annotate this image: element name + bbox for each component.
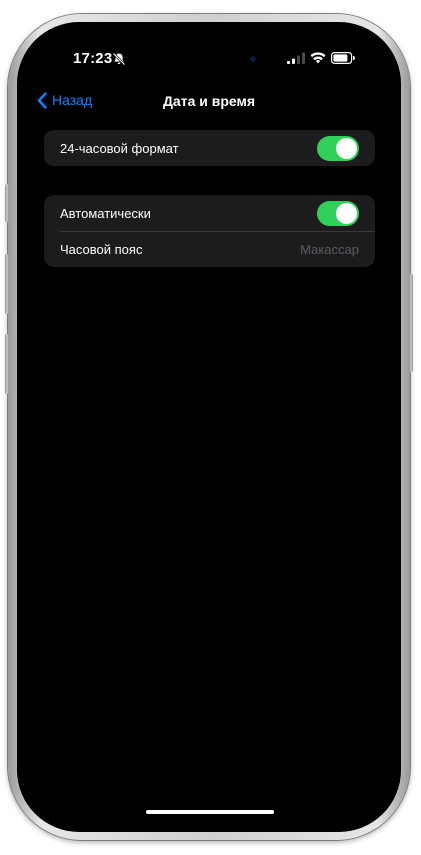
volume-down-button <box>5 334 9 394</box>
navigation-bar: Назад Дата и время <box>17 82 401 118</box>
settings-group-time-zone: Автоматически Часовой пояс Макассар <box>44 195 375 267</box>
camera-dot <box>250 56 256 62</box>
settings-row-automatic[interactable]: Автоматически <box>44 195 375 231</box>
settings-row-24-hour-format[interactable]: 24-часовой формат <box>44 130 375 166</box>
settings-row-time-zone[interactable]: Часовой пояс Макассар <box>44 231 375 267</box>
status-bar: 17:23 <box>17 22 401 82</box>
toggle-knob <box>336 202 357 224</box>
action-button <box>5 184 9 222</box>
row-label: Часовой пояс <box>60 241 143 257</box>
settings-group-time-format: 24-часовой формат <box>44 130 375 166</box>
row-label: 24-часовой формат <box>60 140 179 156</box>
page-title: Дата и время <box>162 93 256 109</box>
status-time: 17:23 <box>73 50 113 67</box>
screen: 17:23 Назад Дата и время 24-часовой форм… <box>17 22 401 832</box>
wifi-icon <box>310 52 326 64</box>
row-label: Автоматически <box>60 205 151 221</box>
time-zone-value: Макассар <box>300 241 359 257</box>
home-indicator[interactable] <box>146 810 274 814</box>
toggle-automatic[interactable] <box>317 200 359 226</box>
battery-icon <box>331 52 355 64</box>
toggle-knob <box>336 137 357 159</box>
bell-slash-icon <box>112 52 126 66</box>
cellular-signal-icon <box>287 52 305 64</box>
volume-up-button <box>5 254 9 314</box>
toggle-24-hour-format[interactable] <box>317 135 359 161</box>
power-button <box>409 274 413 372</box>
